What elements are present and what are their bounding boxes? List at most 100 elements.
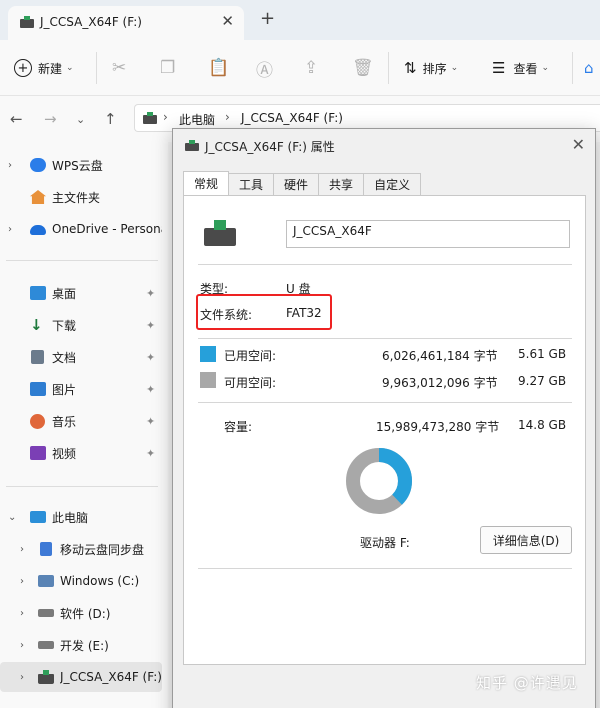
breadcrumb-item[interactable]: J_CCSA_X64F (F:) <box>241 111 343 125</box>
pin-icon[interactable]: ✦ <box>146 447 155 460</box>
sidebar-item-label: 文档 <box>52 350 77 365</box>
pin-icon[interactable]: ✦ <box>146 287 155 300</box>
sidebar-item-videos[interactable]: 视频 ✦ <box>0 438 162 468</box>
up-arrow-icon[interactable]: ↑ <box>104 110 117 128</box>
pictures-icon <box>30 382 46 396</box>
rename-icon[interactable]: Ⓐ <box>256 56 273 81</box>
sidebar-item-onedrive[interactable]: › OneDrive - Persona <box>0 214 162 244</box>
free-space-swatch <box>200 372 216 388</box>
delete-icon[interactable]: 🗑 <box>352 56 374 80</box>
free-space-bytes: 9,963,012,096 字节 <box>382 376 498 390</box>
filesystem-value: FAT32 <box>286 306 322 320</box>
pin-icon[interactable]: ✦ <box>146 351 155 364</box>
chevron-right-icon[interactable]: › <box>20 672 24 683</box>
tab-tools[interactable]: 工具 <box>228 173 275 195</box>
windows-drive-icon <box>38 575 54 587</box>
paste-icon[interactable]: 📋 <box>208 56 229 80</box>
new-label: 新建 <box>38 61 63 76</box>
chevron-down-icon: ⌄ <box>450 63 459 73</box>
sidebar-item-label: J_CCSA_X64F (F:) <box>60 670 162 684</box>
tab-customize[interactable]: 自定义 <box>363 173 422 195</box>
home-icon <box>30 190 46 204</box>
sidebar-item-label: WPS云盘 <box>52 158 103 173</box>
sidebar-item-home[interactable]: 主文件夹 <box>0 182 162 212</box>
tab-title: J_CCSA_X64F (F:) <box>40 15 142 29</box>
used-space-swatch <box>200 346 216 362</box>
divider <box>198 338 572 339</box>
sidebar-item-desktop[interactable]: 桌面 ✦ <box>0 278 162 308</box>
chevron-down-icon[interactable]: ⌄ <box>8 512 16 523</box>
chevron-right-icon[interactable]: › <box>20 576 24 587</box>
view-button[interactable]: ☰ 查看 ⌄ <box>492 56 549 80</box>
sidebar-item-label: 音乐 <box>52 414 77 429</box>
sidebar-item-documents[interactable]: 文档 ✦ <box>0 342 162 372</box>
divider <box>198 264 572 265</box>
download-icon: ↓ <box>30 316 43 334</box>
sort-button[interactable]: ⇅ 排序 ⌄ <box>404 56 458 80</box>
usb-drive-icon <box>143 112 157 124</box>
chevron-down-icon: ⌄ <box>66 63 74 73</box>
sidebar-item-music[interactable]: 音乐 ✦ <box>0 406 162 436</box>
usb-drive-large-icon <box>204 220 236 246</box>
sort-label: 排序 <box>422 61 447 76</box>
divider <box>198 402 572 403</box>
volume-name-input[interactable]: J_CCSA_X64F <box>286 220 570 248</box>
chevron-right-icon[interactable]: › <box>20 544 24 555</box>
sidebar-item-drive-e[interactable]: › 开发 (E:) <box>0 630 162 660</box>
copy-icon[interactable]: ❐ <box>160 56 175 80</box>
tab-hardware[interactable]: 硬件 <box>273 173 320 195</box>
new-button[interactable]: + 新建 ⌄ <box>14 56 74 80</box>
recent-chevron-icon[interactable]: ⌄ <box>76 113 85 126</box>
tab-sharing[interactable]: 共享 <box>318 173 365 195</box>
sidebar-item-label: 下载 <box>52 318 77 333</box>
chevron-right-icon[interactable]: › <box>20 608 24 619</box>
divider <box>388 52 389 84</box>
pin-icon[interactable]: ✦ <box>146 383 155 396</box>
breadcrumb-item[interactable]: 此电脑 <box>179 111 215 128</box>
cut-icon[interactable]: ✂ <box>112 56 126 80</box>
filter-icon[interactable]: ⌂ <box>584 56 594 80</box>
sidebar-item-downloads[interactable]: ↓ 下载 ✦ <box>0 310 162 340</box>
sidebar-item-label: 软件 (D:) <box>60 606 111 621</box>
used-space-bytes: 6,026,461,184 字节 <box>382 349 498 363</box>
usb-drive-icon <box>38 670 54 684</box>
forward-arrow-icon[interactable]: → <box>44 110 57 128</box>
tab-general[interactable]: 常规 <box>183 171 230 195</box>
sidebar-item-label: Windows (C:) <box>60 574 140 588</box>
sort-icon: ⇅ <box>404 59 417 77</box>
share-icon[interactable]: ⇪ <box>304 56 318 80</box>
cloud-icon <box>30 158 46 172</box>
sidebar-item-pictures[interactable]: 图片 ✦ <box>0 374 162 404</box>
sidebar-item-drive-f[interactable]: › J_CCSA_X64F (F:) <box>0 662 162 692</box>
sidebar-item-wps-cloud[interactable]: › WPS云盘 <box>0 150 162 180</box>
disk-usage-donut <box>346 448 412 514</box>
drive-icon <box>38 641 54 649</box>
back-arrow-icon[interactable]: ← <box>10 110 23 128</box>
divider <box>96 52 97 84</box>
sidebar-item-label: 此电脑 <box>52 510 89 525</box>
filesystem-label: 文件系统: <box>200 308 253 322</box>
sidebar-item-drive-c[interactable]: › Windows (C:) <box>0 566 162 596</box>
sidebar-item-label: 主文件夹 <box>52 190 101 205</box>
close-tab-icon[interactable]: ✕ <box>221 12 234 30</box>
pin-icon[interactable]: ✦ <box>146 319 155 332</box>
videos-icon <box>30 446 46 460</box>
pin-icon[interactable]: ✦ <box>146 415 155 428</box>
watermark: 知乎 @许遇见 <box>476 674 578 692</box>
sidebar-item-label: 图片 <box>52 382 77 397</box>
sidebar-item-this-pc[interactable]: ⌄ 此电脑 <box>0 502 162 532</box>
new-tab-button[interactable]: + <box>260 10 275 28</box>
details-button[interactable]: 详细信息(D) <box>480 526 572 554</box>
tab-current[interactable]: J_CCSA_X64F (F:) ✕ <box>8 6 244 40</box>
chevron-right-icon[interactable]: › <box>8 160 12 171</box>
sidebar-item-sync-drive[interactable]: › 移动云盘同步盘 <box>0 534 162 564</box>
close-icon[interactable]: ✕ <box>572 135 585 154</box>
view-icon: ☰ <box>492 59 506 77</box>
free-space-label: 可用空间: <box>224 376 277 390</box>
chevron-right-icon[interactable]: › <box>8 224 12 235</box>
this-pc-icon <box>30 511 46 523</box>
drive-icon <box>38 609 54 617</box>
command-bar: + 新建 ⌄ ✂ ❐ 📋 Ⓐ ⇪ 🗑 ⇅ 排序 ⌄ ☰ 查看 ⌄ ⌂ <box>0 40 600 96</box>
chevron-right-icon[interactable]: › <box>20 640 24 651</box>
sidebar-item-drive-d[interactable]: › 软件 (D:) <box>0 598 162 628</box>
